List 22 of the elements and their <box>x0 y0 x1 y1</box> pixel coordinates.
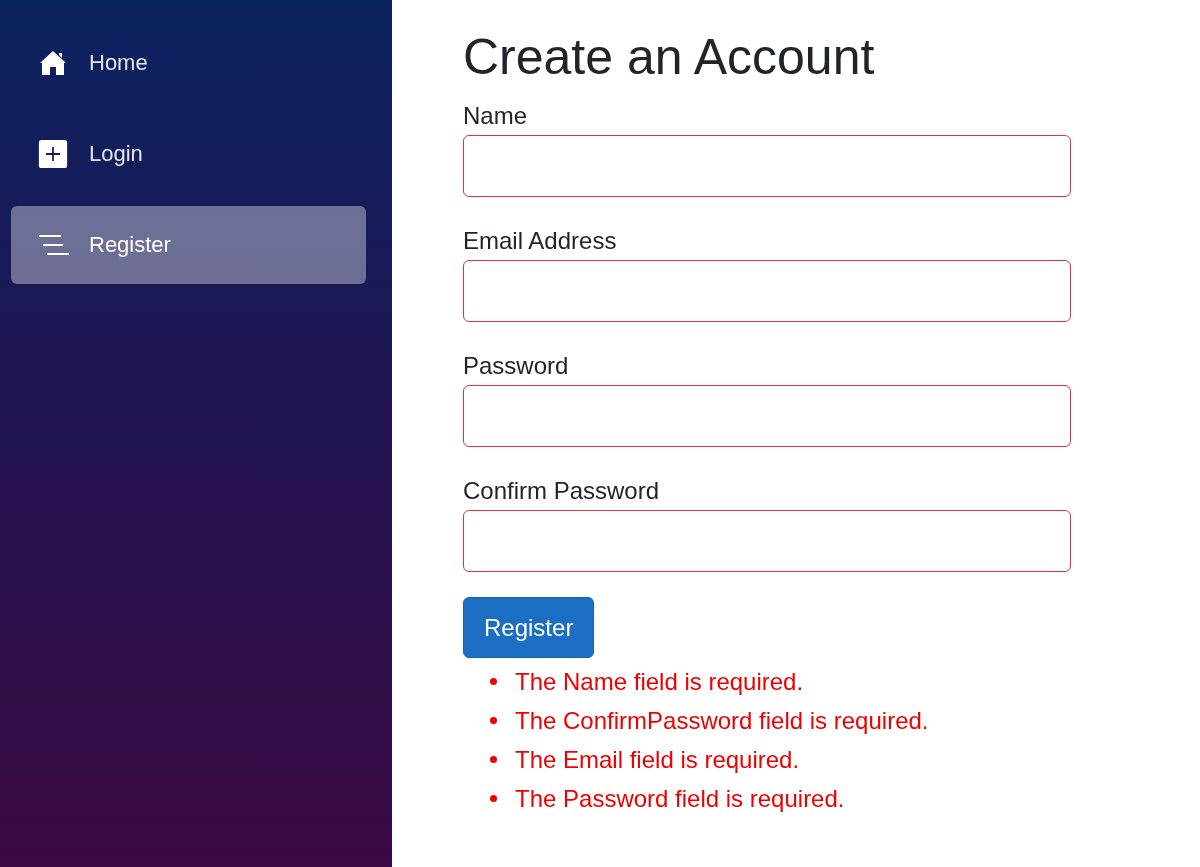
error-message: The ConfirmPassword field is required. <box>515 706 929 735</box>
field-label: Confirm Password <box>463 477 661 505</box>
error-message: The Password field is required. <box>515 784 845 813</box>
register-button[interactable]: Register <box>463 597 595 658</box>
bullet-icon <box>490 678 497 685</box>
bullet-icon <box>490 756 497 763</box>
nav-item[interactable]: Home <box>11 24 366 102</box>
error-message: The Name field is required. <box>515 667 804 696</box>
page-title: Create an Account <box>463 28 876 86</box>
field-label: Name <box>463 102 529 130</box>
nav-item[interactable]: Register <box>11 206 366 284</box>
plus-icon <box>37 139 69 169</box>
bullet-icon <box>490 795 497 802</box>
field-label: Password <box>463 352 570 380</box>
input-field[interactable] <box>463 510 1071 572</box>
input-field[interactable] <box>463 260 1071 322</box>
error-message: The Email field is required. <box>515 745 800 774</box>
nav-item[interactable]: Login <box>11 115 366 193</box>
input-field[interactable] <box>463 385 1071 447</box>
bullet-icon <box>490 717 497 724</box>
input-field[interactable] <box>463 135 1071 197</box>
field-label: Email Address <box>463 227 618 255</box>
